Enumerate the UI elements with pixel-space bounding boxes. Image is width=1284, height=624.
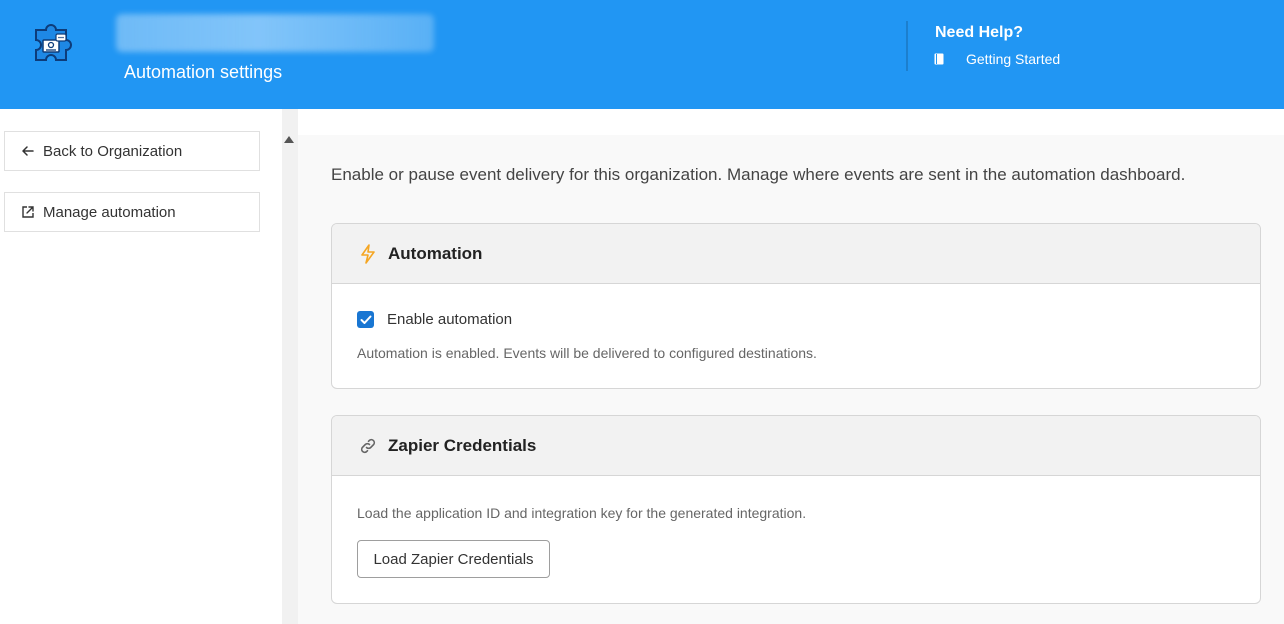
- automation-card-title: Automation: [388, 243, 483, 263]
- puzzle-logo-icon[interactable]: [30, 16, 82, 66]
- checkmark-icon: [360, 315, 371, 324]
- back-to-organization-label: Back to Organization: [43, 142, 183, 160]
- help-title: Need Help?: [935, 24, 1024, 41]
- zapier-card-title: Zapier Credentials: [388, 435, 537, 455]
- zapier-credentials-card: Zapier Credentials Load the application …: [331, 415, 1261, 604]
- book-icon: [934, 53, 944, 65]
- manage-automation-label: Manage automation: [43, 203, 176, 221]
- zapier-card-header: Zapier Credentials: [332, 416, 1260, 476]
- main-content: Enable or pause event delivery for this …: [298, 135, 1284, 624]
- intro-text: Enable or pause event delivery for this …: [331, 165, 1186, 184]
- load-zapier-credentials-button[interactable]: Load Zapier Credentials: [357, 540, 550, 578]
- organization-name-redacted: [116, 14, 434, 52]
- automation-status-note: Automation is enabled. Events will be de…: [357, 345, 817, 361]
- sidebar-scrollbar[interactable]: [282, 109, 298, 624]
- arrow-left-icon: [22, 146, 34, 156]
- external-link-icon: [22, 206, 34, 218]
- zapier-card-note: Load the application ID and integration …: [357, 505, 807, 521]
- getting-started-link[interactable]: Getting Started: [934, 51, 1060, 67]
- enable-automation-row[interactable]: Enable automation: [357, 311, 512, 328]
- getting-started-label: Getting Started: [966, 51, 1061, 67]
- app-header: Automation settings Need Help? Getting S…: [0, 0, 1284, 109]
- header-divider: [906, 21, 908, 71]
- manage-automation-button[interactable]: Manage automation: [4, 192, 260, 232]
- link-icon: [360, 438, 376, 453]
- lightning-bolt-icon: [361, 243, 375, 264]
- enable-automation-label: Enable automation: [387, 311, 513, 328]
- automation-card: Automation Enable automation Automation …: [331, 223, 1261, 389]
- back-to-organization-button[interactable]: Back to Organization: [4, 131, 260, 171]
- scroll-up-arrow[interactable]: [284, 136, 294, 143]
- enable-automation-checkbox[interactable]: [357, 311, 374, 328]
- sidebar: Back to Organization Manage automation: [0, 109, 282, 624]
- automation-card-header: Automation: [332, 224, 1260, 284]
- page-title: Automation settings: [124, 62, 283, 82]
